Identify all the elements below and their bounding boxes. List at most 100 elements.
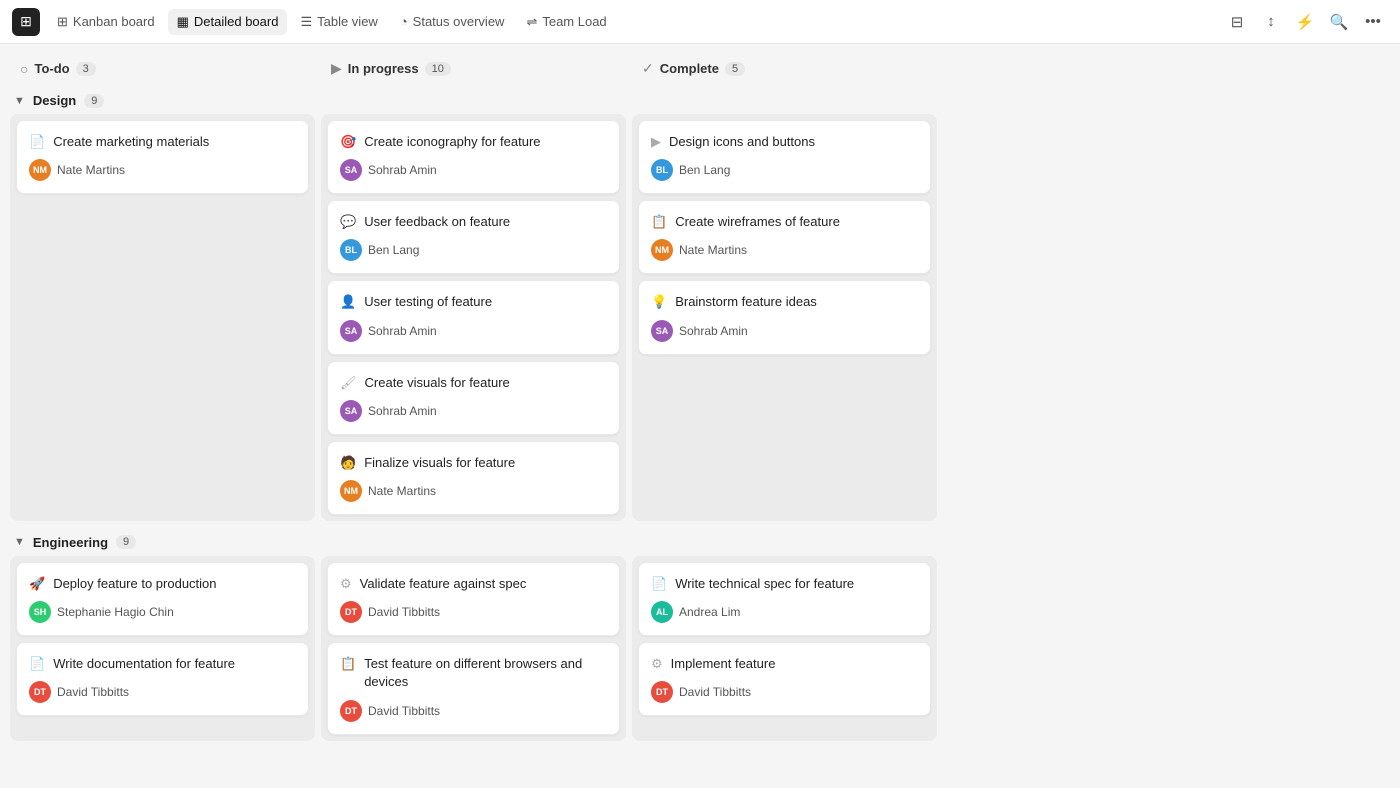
inprogress-col-icon: ▶ [331, 60, 342, 77]
card-title: User testing of feature [364, 293, 492, 311]
card-deploy-feature[interactable]: 🚀 Deploy feature to production SH Stepha… [16, 562, 309, 636]
avatar-david2: DT [340, 601, 362, 623]
avatar-david3: DT [340, 700, 362, 722]
assignee-name: David Tibbitts [679, 685, 751, 699]
sort-button[interactable]: ↕ [1256, 7, 1286, 37]
card-title: Create marketing materials [53, 133, 209, 151]
brush-icon: 🖌 [340, 375, 357, 391]
col-header-todo: ○ To-do 3 [10, 52, 315, 85]
todo-col-label: To-do [34, 61, 69, 76]
card-brainstorm[interactable]: 💡 Brainstorm feature ideas SA Sohrab Ami… [638, 280, 931, 354]
nav-item-team[interactable]: ⇌ Team Load [517, 9, 615, 35]
more-button[interactable]: ••• [1358, 7, 1388, 37]
chat-icon: 💬 [340, 214, 356, 230]
avatar-sohrab4: SA [651, 320, 673, 342]
col-header-inprogress: ▶ In progress 10 [321, 52, 626, 85]
todo-col-icon: ○ [20, 61, 28, 77]
card-user-testing[interactable]: 👤 User testing of feature SA Sohrab Amin [327, 280, 620, 354]
engineering-group-label: Engineering [33, 535, 108, 550]
assignee-name: David Tibbitts [368, 605, 440, 619]
assignee-name: Ben Lang [679, 163, 730, 177]
group-engineering-header[interactable]: ▼ Engineering 9 [10, 529, 1390, 556]
card-write-docs[interactable]: 📄 Write documentation for feature DT Dav… [16, 642, 309, 716]
card-create-wireframes[interactable]: 📋 Create wireframes of feature NM Nate M… [638, 200, 931, 274]
card-design-icons[interactable]: ▶ Design icons and buttons BL Ben Lang [638, 120, 931, 194]
card-create-marketing[interactable]: 📄 Create marketing materials NM Nate Mar… [16, 120, 309, 194]
engineering-inprogress-col: ⚙ Validate feature against spec DT David… [321, 556, 626, 741]
brain-icon: 💡 [651, 294, 667, 310]
nav-logo: ⊞ [12, 8, 40, 36]
doc4-icon: 📄 [651, 576, 667, 592]
avatar-sohrab2: SA [340, 320, 362, 342]
assignee-name: Nate Martins [368, 484, 436, 498]
rocket-icon: 🚀 [29, 576, 45, 592]
doc2-icon: 📋 [340, 656, 356, 672]
kanban-icon: ⊞ [57, 14, 68, 30]
assignee-name: Sohrab Amin [679, 324, 748, 338]
filter-button[interactable]: ⊟ [1222, 7, 1252, 37]
design-group-count: 9 [84, 94, 104, 108]
card-title: Write technical spec for feature [675, 575, 854, 593]
nav-item-kanban[interactable]: ⊞ Kanban board [48, 9, 164, 35]
design-complete-col: ▶ Design icons and buttons BL Ben Lang 📋… [632, 114, 937, 521]
column-headers: ○ To-do 3 ▶ In progress 10 ✓ Complete 5 [10, 52, 1390, 85]
card-write-technical[interactable]: 📄 Write technical spec for feature AL An… [638, 562, 931, 636]
assignee-name: Nate Martins [679, 243, 747, 257]
todo-col-count: 3 [76, 62, 96, 76]
design-chevron-icon: ▼ [14, 95, 25, 107]
nav-item-table[interactable]: ☰ Table view [291, 9, 386, 35]
assignee-name: Ben Lang [368, 243, 419, 257]
avatar-stephanie: SH [29, 601, 51, 623]
card-title: User feedback on feature [364, 213, 510, 231]
target-icon: 🎯 [340, 134, 356, 150]
avatar-david4: DT [651, 681, 673, 703]
card-title: Implement feature [671, 655, 776, 673]
card-test-browsers[interactable]: 📋 Test feature on different browsers and… [327, 642, 620, 734]
detailed-icon: ▦ [177, 14, 189, 30]
card-title: Create wireframes of feature [675, 213, 840, 231]
card-title: Brainstorm feature ideas [675, 293, 817, 311]
assignee-name: Sohrab Amin [368, 404, 437, 418]
complete-col-label: Complete [660, 61, 719, 76]
doc-icon2: 📋 [651, 214, 667, 230]
design-todo-col: 📄 Create marketing materials NM Nate Mar… [10, 114, 315, 521]
activity-button[interactable]: ⚡ [1290, 7, 1320, 37]
card-title: Create visuals for feature [365, 374, 510, 392]
assignee-name: Sohrab Amin [368, 324, 437, 338]
doc-icon3: 📄 [29, 656, 45, 672]
design-columns: 📄 Create marketing materials NM Nate Mar… [10, 114, 1390, 521]
gear-icon: ⚙ [340, 576, 352, 592]
card-title: Test feature on different browsers and d… [364, 655, 607, 691]
complete-col-icon: ✓ [642, 60, 654, 77]
nav-item-status[interactable]: ◔ Status overview [391, 9, 514, 34]
search-button[interactable]: 🔍 [1324, 7, 1354, 37]
card-implement-feature[interactable]: ⚙ Implement feature DT David Tibbitts [638, 642, 931, 716]
assignee-name: David Tibbitts [57, 685, 129, 699]
card-create-visuals[interactable]: 🖌 Create visuals for feature SA Sohrab A… [327, 361, 620, 435]
engineering-columns: 🚀 Deploy feature to production SH Stepha… [10, 556, 1390, 741]
avatar-andrea: AL [651, 601, 673, 623]
avatar-nate: NM [29, 159, 51, 181]
group-design-header[interactable]: ▼ Design 9 [10, 87, 1390, 114]
inprogress-col-label: In progress [348, 61, 419, 76]
card-create-iconography[interactable]: 🎯 Create iconography for feature SA Sohr… [327, 120, 620, 194]
card-user-feedback[interactable]: 💬 User feedback on feature BL Ben Lang [327, 200, 620, 274]
engineering-todo-col: 🚀 Deploy feature to production SH Stepha… [10, 556, 315, 741]
card-finalize-visuals[interactable]: 🧑 Finalize visuals for feature NM Nate M… [327, 441, 620, 515]
board: ○ To-do 3 ▶ In progress 10 ✓ Complete 5 … [0, 44, 1400, 788]
avatar-david: DT [29, 681, 51, 703]
complete-col-count: 5 [725, 62, 745, 76]
card-title: Validate feature against spec [360, 575, 527, 593]
card-title: Create iconography for feature [364, 133, 540, 151]
table-icon: ☰ [300, 14, 312, 30]
avatar-sohrab: SA [340, 159, 362, 181]
avatar-ben2: BL [651, 159, 673, 181]
nav-item-detailed[interactable]: ▦ Detailed board [168, 9, 288, 35]
group-engineering: ▼ Engineering 9 🚀 Deploy feature to prod… [10, 529, 1390, 741]
assignee-name: Nate Martins [57, 163, 125, 177]
card-validate-feature[interactable]: ⚙ Validate feature against spec DT David… [327, 562, 620, 636]
card-title: Deploy feature to production [53, 575, 216, 593]
engineering-complete-col: 📄 Write technical spec for feature AL An… [632, 556, 937, 741]
avatar-sohrab3: SA [340, 400, 362, 422]
engineering-chevron-icon: ▼ [14, 536, 25, 548]
